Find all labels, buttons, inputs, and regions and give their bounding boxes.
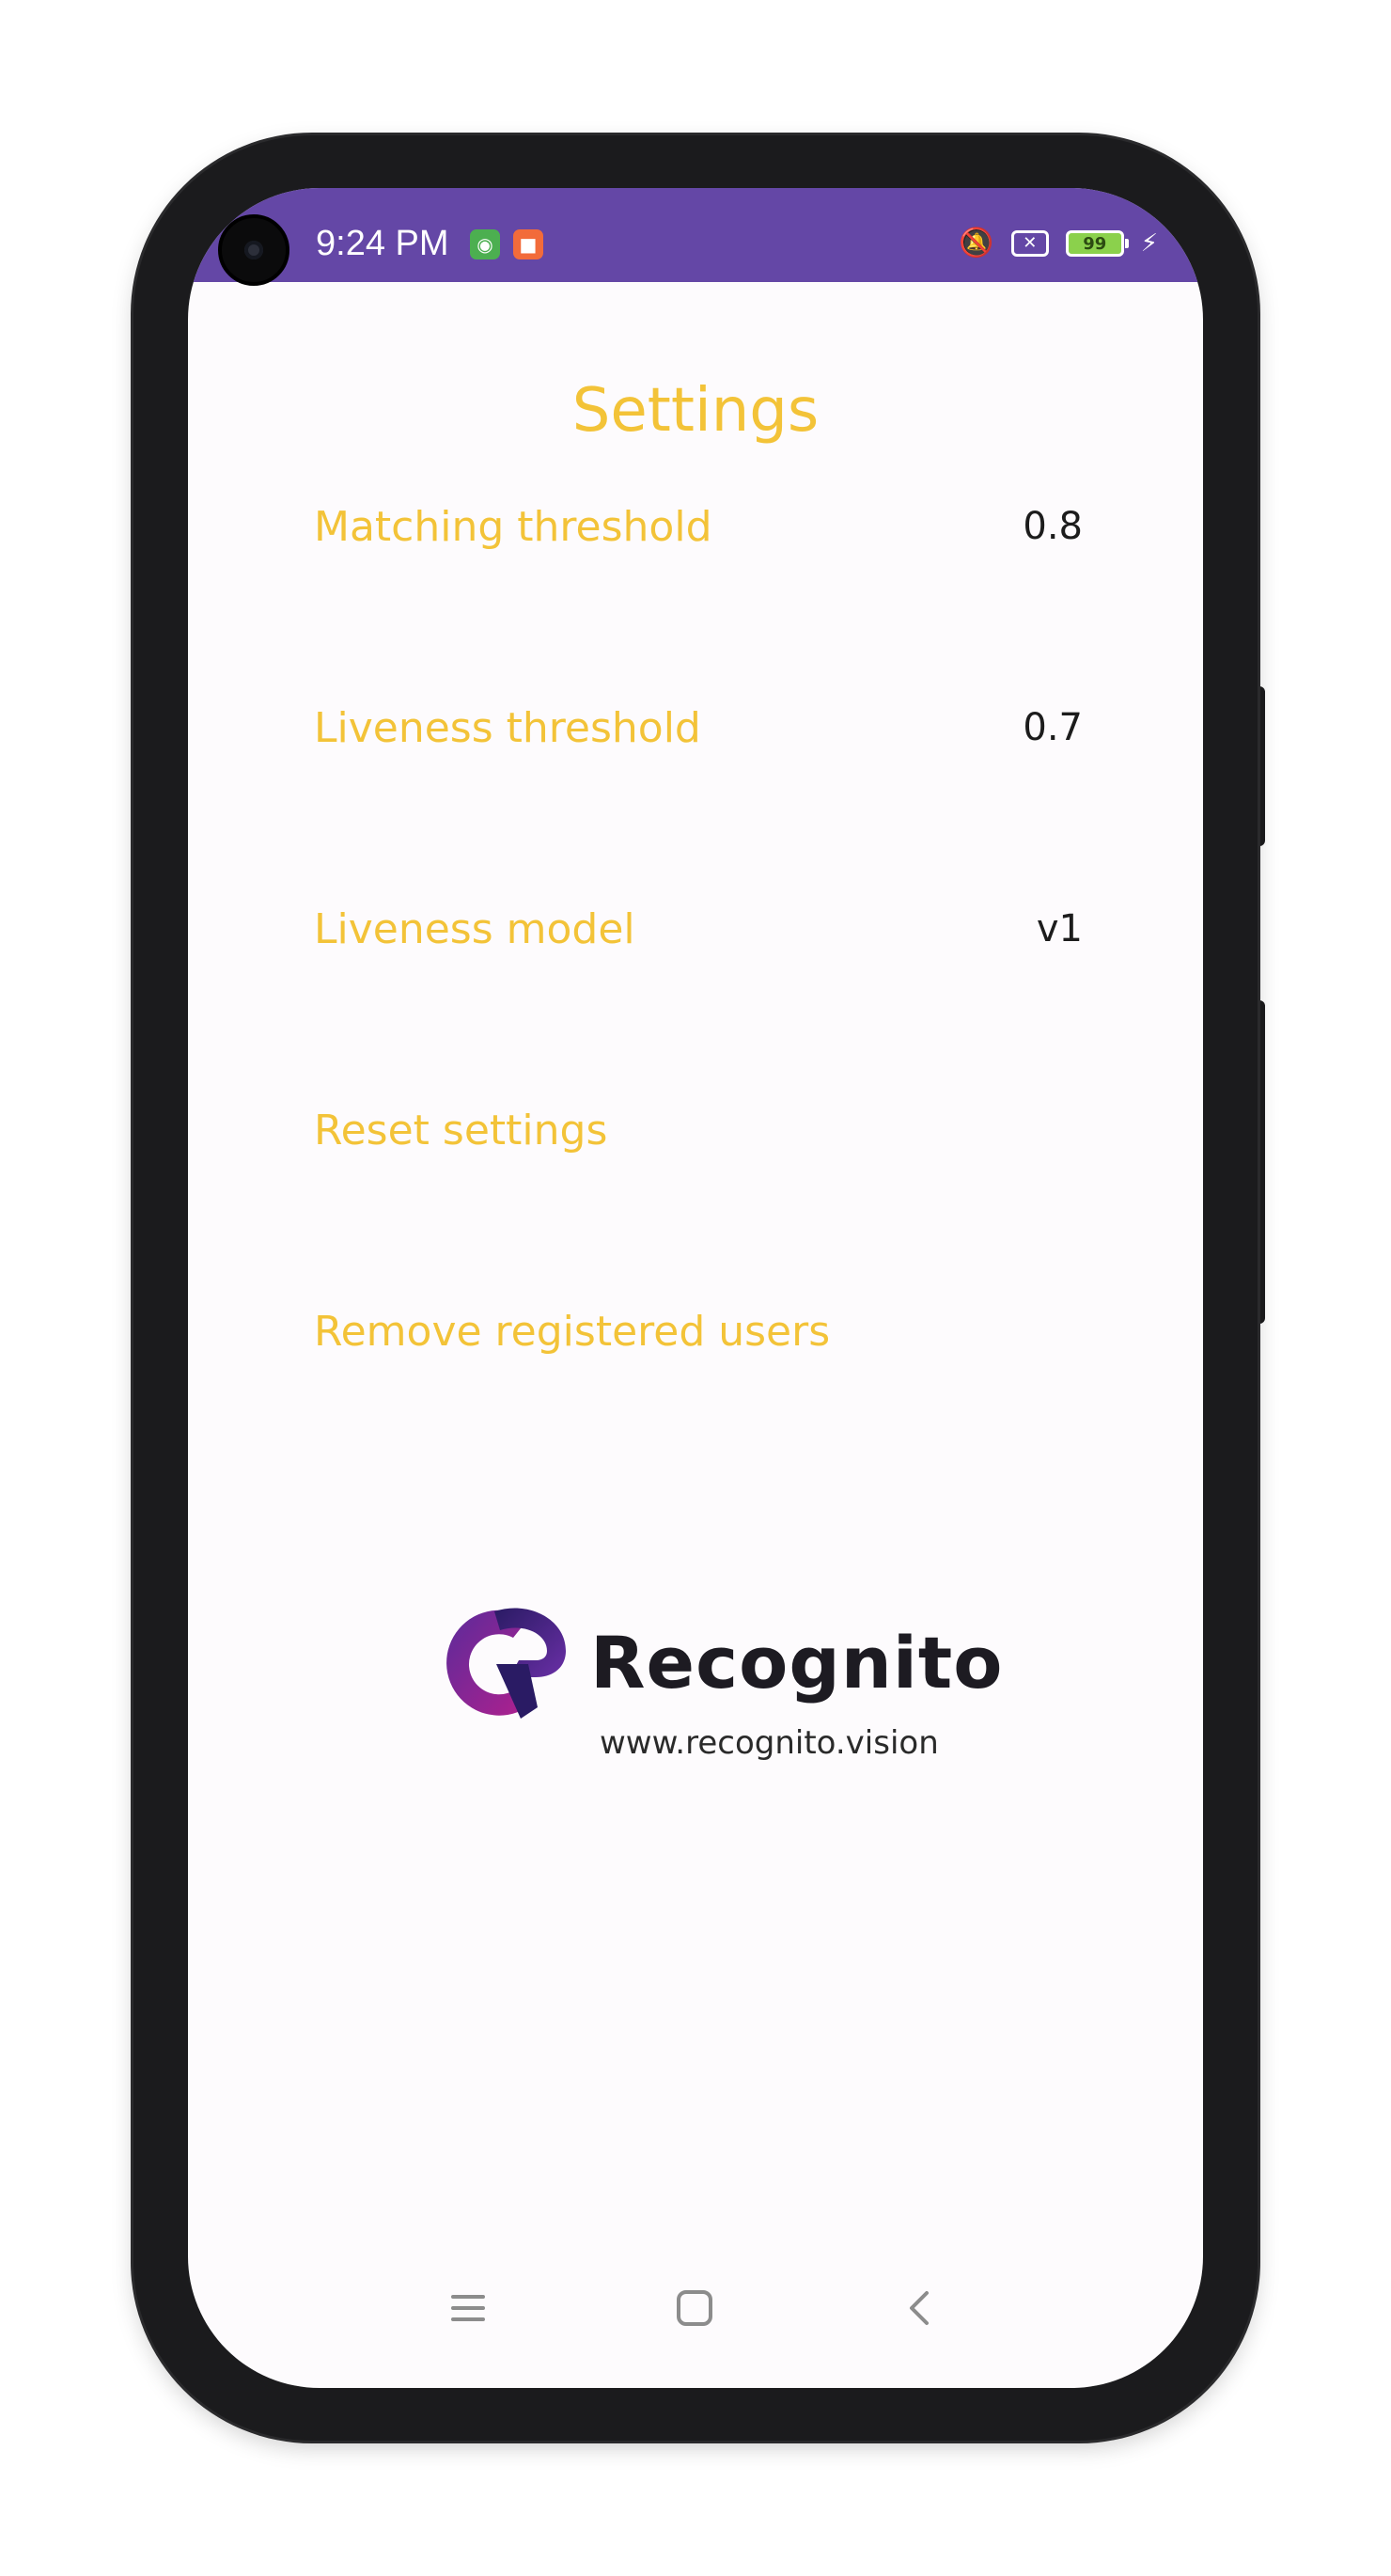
stage: 9:24 PM ◉ ■ 🔕 ✕ 99 ⚡ Settings Matching t… xyxy=(0,0,1391,2576)
home-icon xyxy=(677,2290,712,2326)
setting-value: 0.8 xyxy=(1023,505,1083,548)
status-icons: 🔕 ✕ 99 ⚡ xyxy=(959,224,1158,263)
setting-liveness-model[interactable]: Liveness model v1 xyxy=(314,872,1083,985)
menu-icon xyxy=(451,2295,485,2321)
vibrate-off-icon: 🔕 xyxy=(959,227,994,259)
setting-reset-settings[interactable]: Reset settings xyxy=(314,1074,1083,1186)
home-button[interactable] xyxy=(652,2275,737,2341)
phone-frame: 9:24 PM ◉ ■ 🔕 ✕ 99 ⚡ Settings Matching t… xyxy=(133,135,1258,2441)
back-button[interactable] xyxy=(879,2275,963,2341)
sim-x-icon: ✕ xyxy=(1010,230,1049,257)
setting-label: Liveness threshold xyxy=(314,703,701,752)
setting-label: Matching threshold xyxy=(314,502,712,551)
setting-value: v1 xyxy=(1036,907,1083,950)
setting-label: Reset settings xyxy=(314,1106,608,1154)
video-icon: ■ xyxy=(513,229,543,259)
screen: 9:24 PM ◉ ■ 🔕 ✕ 99 ⚡ Settings Matching t… xyxy=(188,188,1203,2388)
logo-name: Recognito xyxy=(590,1621,1004,1704)
navigation-bar xyxy=(188,2266,1203,2350)
setting-remove-registered-users[interactable]: Remove registered users xyxy=(314,1275,1083,1388)
menu-button[interactable] xyxy=(426,2275,510,2341)
setting-liveness-threshold[interactable]: Liveness threshold 0.7 xyxy=(314,671,1083,784)
status-bar: 9:24 PM ◉ ■ 🔕 ✕ 99 ⚡ xyxy=(188,188,1203,286)
setting-label: Liveness model xyxy=(314,904,635,953)
back-icon xyxy=(910,2291,929,2325)
charging-icon: ⚡ xyxy=(1140,229,1158,258)
front-camera xyxy=(218,214,289,286)
android-icon: ◉ xyxy=(470,229,500,259)
battery-level: 99 xyxy=(1083,233,1107,254)
setting-value: 0.7 xyxy=(1023,706,1083,749)
setting-matching-threshold[interactable]: Matching threshold 0.8 xyxy=(314,470,1083,583)
recognito-logo-icon xyxy=(446,1608,566,1719)
setting-label: Remove registered users xyxy=(314,1307,831,1356)
logo-url[interactable]: www.recognito.vision xyxy=(600,1724,939,1762)
page-title: Settings xyxy=(571,376,820,446)
battery-icon: 99 xyxy=(1065,230,1129,257)
status-time: 9:24 PM xyxy=(316,224,449,263)
recognito-logo: Recognito www.recognito.vision xyxy=(438,1602,1002,1771)
